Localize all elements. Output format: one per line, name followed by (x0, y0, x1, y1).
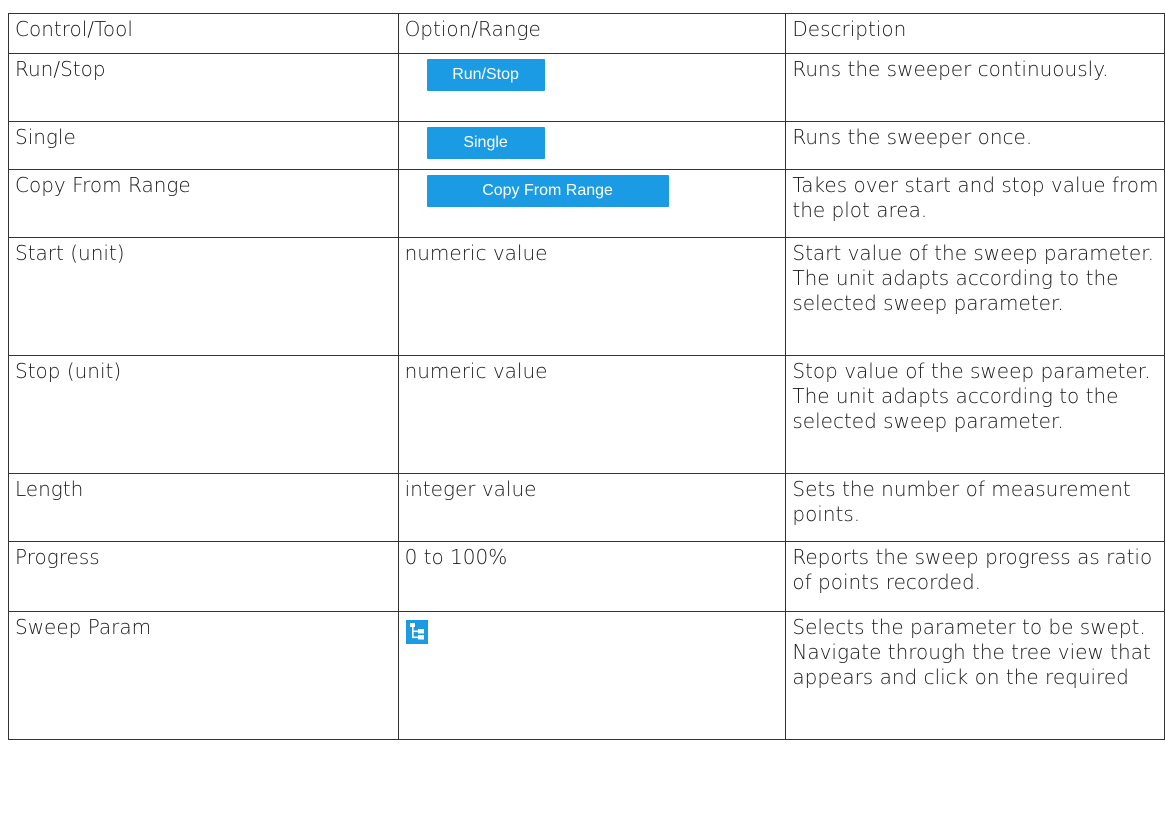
control-name: Single (8, 121, 399, 170)
control-name: Run/Stop (8, 53, 399, 122)
header-description: Description (785, 13, 1165, 54)
control-name: Progress (8, 541, 399, 612)
control-name: Sweep Param (8, 611, 399, 740)
description-cell: Runs the sweeper continuously. (785, 53, 1165, 122)
table-row: Length integer value Sets the number of … (8, 473, 1165, 542)
table-row: Start (unit) numeric value Start value o… (8, 237, 1165, 356)
header-control-tool: Control/Tool (8, 13, 399, 54)
run-stop-button[interactable]: Run/Stop (426, 59, 545, 91)
single-button[interactable]: Single (426, 127, 545, 159)
option-cell: Copy From Range (397, 169, 787, 238)
table-row: Run/Stop Run/Stop Runs the sweeper conti… (8, 53, 1165, 122)
copy-from-range-button[interactable]: Copy From Range (426, 175, 669, 207)
option-cell: numeric value (397, 237, 787, 356)
description-cell: Start value of the sweep parameter. The … (785, 237, 1165, 356)
tree-view-icon[interactable] (405, 620, 428, 644)
description-cell: Stop value of the sweep parameter. The u… (785, 355, 1165, 474)
table-row: Single Single Runs the sweeper once. (8, 121, 1165, 170)
table-row: Progress 0 to 100% Reports the sweep pro… (8, 541, 1165, 612)
control-name: Copy From Range (8, 169, 399, 238)
header-option-range: Option/Range (397, 13, 787, 54)
control-name: Length (8, 473, 399, 542)
option-cell: integer value (397, 473, 787, 542)
option-cell (397, 611, 787, 740)
control-name: Stop (unit) (8, 355, 399, 474)
option-cell: 0 to 100% (397, 541, 787, 612)
description-cell: Reports the sweep progress as ratio of p… (785, 541, 1165, 612)
table-row: Copy From Range Copy From Range Takes ov… (8, 169, 1165, 238)
table-header-row: Control/Tool Option/Range Description (8, 13, 1165, 54)
table-row: Stop (unit) numeric value Stop value of … (8, 355, 1165, 474)
option-cell: Single (397, 121, 787, 170)
control-name: Start (unit) (8, 237, 399, 356)
description-cell: Runs the sweeper once. (785, 121, 1165, 170)
table-row: Sweep Param Selects the parameter to be … (8, 611, 1165, 740)
option-cell: Run/Stop (397, 53, 787, 122)
description-cell: Takes over start and stop value from the… (785, 169, 1165, 238)
option-cell: numeric value (397, 355, 787, 474)
description-cell: Sets the number of measurement points. (785, 473, 1165, 542)
description-cell: Selects the parameter to be swept. Navig… (785, 611, 1165, 740)
sweeper-controls-table: Control/Tool Option/Range Description Ru… (8, 13, 1165, 740)
